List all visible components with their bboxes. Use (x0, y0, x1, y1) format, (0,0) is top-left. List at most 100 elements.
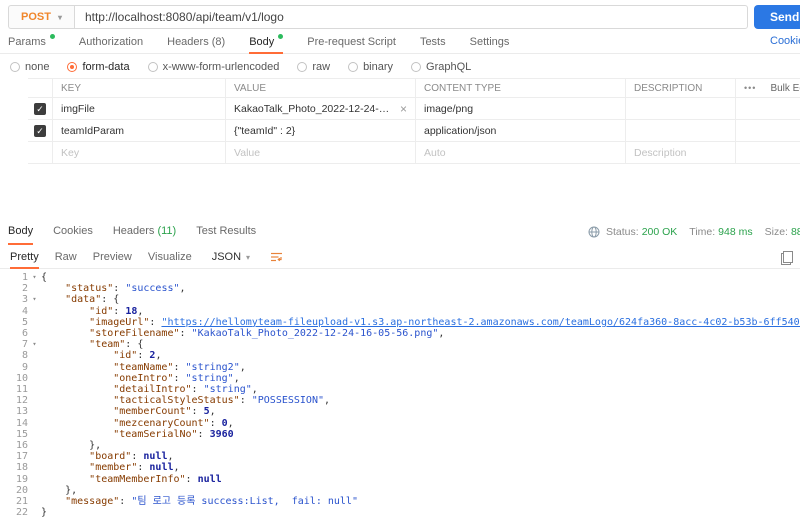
value-cell[interactable]: {"teamId" : 2} (225, 120, 415, 141)
code-text: "teamMemberInfo": null (89, 473, 222, 485)
cookies-link[interactable]: Cookies (770, 35, 800, 47)
line-number: 18 (15, 462, 28, 474)
content-type-cell[interactable]: image/png (415, 98, 625, 119)
description-cell[interactable] (625, 120, 735, 141)
code-text: "mezcenaryCount": 0, (113, 417, 234, 429)
tab-settings[interactable]: Settings (470, 32, 510, 53)
code-text: "teamName": "string2", (113, 361, 246, 373)
row-checkbox[interactable]: ✓ (34, 124, 46, 137)
code-line: 8 "id": 2, (0, 350, 800, 361)
size-value: 881 B (790, 226, 800, 238)
tab-pre-request-script[interactable]: Pre-request Script (307, 32, 396, 53)
time-value: 948 ms (718, 226, 753, 238)
body-mode-raw[interactable]: raw (297, 61, 330, 73)
tab-label: Body (8, 225, 34, 237)
code-line: 15 "teamSerialNo": 3960 (0, 429, 800, 440)
code-line: 12 "tacticalStyleStatus": "POSSESSION", (0, 395, 800, 406)
response-tab-test-results[interactable]: Test Results (196, 220, 256, 244)
url-input[interactable] (73, 5, 748, 29)
bulk-edit-link[interactable]: Bulk Edit (770, 83, 800, 94)
value-text: KakaoTalk_Photo_2022-12-24-16-05-56.png (234, 102, 394, 115)
view-tab-preview[interactable]: Preview (93, 246, 132, 268)
view-tab-raw[interactable]: Raw (55, 246, 77, 268)
code-line: 6 "storeFilename": "KakaoTalk_Photo_2022… (0, 328, 800, 339)
code-line: 18 "member": null, (0, 462, 800, 473)
tab-body[interactable]: Body (249, 32, 284, 54)
line-number: 3 (21, 294, 28, 306)
code-line: 17 "board": null, (0, 451, 800, 462)
key-cell[interactable]: imgFile (52, 98, 225, 119)
code-text: } (41, 507, 48, 519)
code-line: 3 ▾ "data": { (0, 294, 800, 305)
body-mode-label: binary (363, 61, 394, 73)
row-checkbox-cell (28, 142, 52, 163)
radio-icon (348, 62, 359, 72)
line-number: 13 (15, 406, 28, 418)
body-mode-form-data[interactable]: form-data (67, 61, 130, 73)
send-button[interactable]: Send (754, 5, 800, 29)
line-number: 7 (21, 339, 28, 351)
code-text: "board": null, (89, 451, 174, 463)
network-globe-icon (588, 226, 600, 238)
fold-icon[interactable]: ▾ (28, 294, 41, 305)
response-tabs: Body Cookies Headers (11) Test Results (0, 220, 264, 245)
code-text: "storeFilename": "KakaoTalk_Photo_2022-1… (89, 328, 445, 340)
key-cell[interactable]: teamIdParam (52, 120, 225, 141)
response-tab-cookies[interactable]: Cookies (53, 220, 93, 244)
tab-label: Headers (8) (167, 36, 226, 48)
method-select[interactable]: POST ▾ (8, 5, 74, 29)
time-label: Time: (689, 226, 716, 238)
row-actions (735, 142, 800, 163)
response-tab-body[interactable]: Body (8, 220, 34, 245)
line-number: 5 (21, 316, 28, 328)
tab-params[interactable]: Params (8, 32, 55, 53)
line-number: 8 (21, 350, 28, 362)
body-mode-none[interactable]: none (10, 61, 49, 73)
view-tab-pretty[interactable]: Pretty (10, 246, 39, 269)
body-mode-x-www-form-urlencoded[interactable]: x-www-form-urlencoded (147, 61, 280, 73)
description-cell[interactable] (625, 98, 735, 119)
body-mode-graphql[interactable]: GraphQL (411, 61, 471, 73)
tab-label: Authorization (78, 36, 144, 48)
line-number: 1 (21, 272, 28, 283)
content-dot (49, 34, 55, 39)
body-mode-radios: none form-data x-www-form-urlencoded raw bin… (10, 58, 471, 76)
value-cell[interactable]: Value (225, 142, 415, 163)
tab-authorization[interactable]: Authorization (79, 32, 143, 53)
request-bar: POST ▾ Send (8, 5, 800, 29)
code-line: 22} (0, 507, 800, 518)
copy-response-icon[interactable] (781, 251, 793, 265)
body-mode-label: x-www-form-urlencoded (162, 61, 280, 73)
fold-icon[interactable]: ▾ (28, 339, 41, 350)
row-actions (735, 120, 800, 141)
view-tab-visualize[interactable]: Visualize (148, 246, 192, 268)
line-number: 21 (15, 496, 28, 508)
line-number: 12 (15, 395, 28, 407)
value-cell[interactable]: KakaoTalk_Photo_2022-12-24-16-05-56.png × (225, 98, 415, 119)
code-text: "memberCount": 5, (113, 406, 216, 418)
row-actions (735, 98, 800, 119)
tab-tests[interactable]: Tests (420, 32, 446, 53)
description-cell[interactable]: Description (625, 142, 735, 163)
wrap-text-icon[interactable] (270, 246, 283, 268)
body-mode-binary[interactable]: binary (348, 61, 393, 73)
content-type-cell[interactable]: application/json (415, 120, 625, 141)
code-text: "message": "팀 로고 등록 success:List, fail: … (65, 496, 358, 508)
radio-icon (411, 62, 422, 72)
more-options-icon[interactable]: ••• (744, 83, 756, 93)
tab-headers-8[interactable]: Headers (8) (167, 32, 225, 53)
row-checkbox[interactable]: ✓ (34, 102, 46, 115)
fold-icon[interactable]: ▾ (28, 272, 41, 283)
remove-file-icon[interactable]: × (400, 102, 407, 116)
col-content-type: CONTENT TYPE (415, 79, 625, 97)
key-cell[interactable]: Key (52, 142, 225, 163)
format-select[interactable]: JSON ▾ (212, 246, 250, 268)
content-type-cell[interactable]: Auto (415, 142, 625, 163)
response-tab-headers-11[interactable]: Headers (11) (113, 220, 176, 244)
header-checkbox-cell (28, 79, 52, 97)
line-number: 20 (15, 484, 28, 496)
tab-count: (11) (157, 225, 177, 237)
